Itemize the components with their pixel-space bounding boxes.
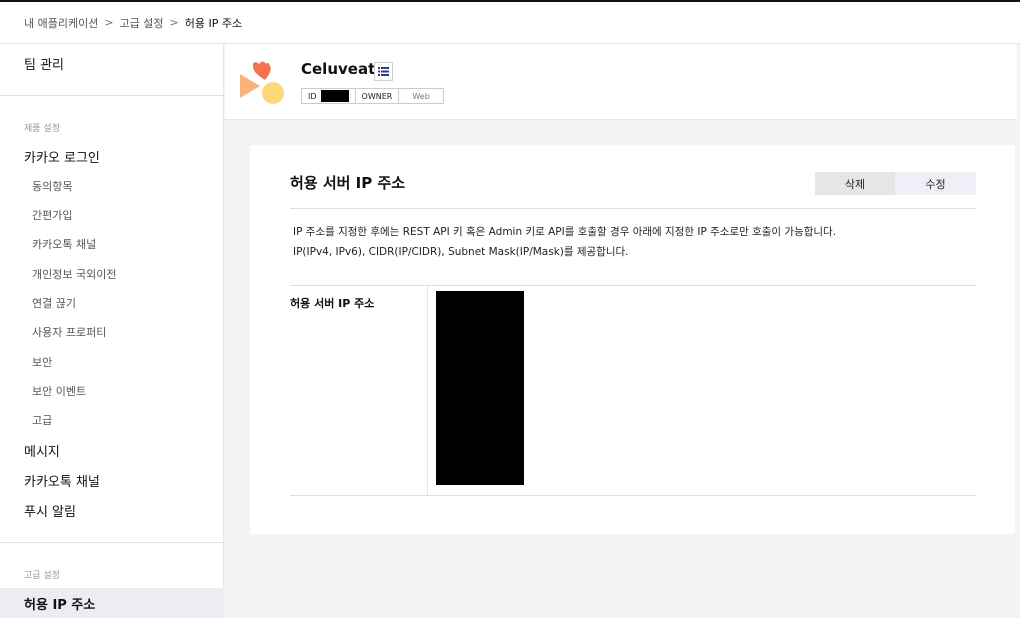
app-tags: ID OWNER Web	[301, 88, 444, 104]
sidebar-item-team[interactable]: 팀 관리	[24, 54, 64, 73]
card-title: 허용 서버 IP 주소	[290, 174, 406, 192]
description-line: IP(IPv4, IPv6), CIDR(IP/CIDR), Subnet Ma…	[293, 246, 629, 258]
sidebar-item-security[interactable]: 보안	[32, 354, 52, 370]
edit-button[interactable]: 수정	[895, 172, 976, 195]
redacted-app-id	[320, 90, 349, 102]
owner-tag: OWNER	[354, 88, 400, 104]
sidebar: 팀 관리 제품 설정 카카오 로그인 동의항목 간편가입 카카오톡 채널 개인정…	[0, 44, 224, 618]
sidebar-item-kakaotalk-channel-sub[interactable]: 카카오톡 채널	[32, 236, 96, 252]
app-logo-icon	[239, 60, 287, 106]
breadcrumb-separator: >	[169, 16, 179, 29]
sidebar-item-message[interactable]: 메시지	[24, 441, 60, 460]
breadcrumb-item-my-apps[interactable]: 내 애플리케이션	[24, 15, 98, 31]
sidebar-item-unlink[interactable]: 연결 끊기	[32, 295, 76, 311]
divider	[290, 495, 976, 496]
sidebar-item-simple-signup[interactable]: 간편가입	[32, 207, 72, 223]
breadcrumb: 내 애플리케이션 > 고급 설정 > 허용 IP 주소	[0, 2, 1020, 44]
app-name: Celuveat	[301, 60, 376, 78]
app-header: Celuveat ID OWNER Web	[225, 44, 1017, 120]
column-divider	[427, 286, 428, 496]
app-id-tag: ID	[301, 88, 356, 104]
breadcrumb-item-advanced[interactable]: 고급 설정	[120, 15, 164, 31]
sidebar-item-security-events[interactable]: 보안 이벤트	[32, 383, 86, 399]
breadcrumb-item-current: 허용 IP 주소	[184, 16, 243, 30]
sidebar-divider	[0, 542, 224, 543]
sidebar-item-advanced-sub[interactable]: 고급	[32, 412, 52, 428]
divider	[290, 285, 976, 286]
list-icon	[378, 67, 389, 76]
description: IP 주소를 지정한 후에는 REST API 키 혹은 Admin 키로 AP…	[293, 222, 836, 262]
sidebar-item-kakao-login[interactable]: 카카오 로그인	[24, 147, 100, 166]
sidebar-divider	[0, 95, 224, 96]
divider	[290, 208, 976, 209]
app-id-label: ID	[308, 91, 317, 101]
delete-button[interactable]: 삭제	[815, 172, 895, 195]
sidebar-section-product: 제품 설정	[24, 124, 60, 134]
sidebar-item-allowed-ip[interactable]: 허용 IP 주소	[0, 588, 224, 618]
sidebar-item-consent[interactable]: 동의항목	[32, 178, 72, 194]
breadcrumb-separator: >	[104, 16, 114, 29]
redacted-ip-list	[436, 291, 524, 485]
field-label: 허용 서버 IP 주소	[290, 297, 375, 310]
sidebar-item-kakaotalk-channel[interactable]: 카카오톡 채널	[24, 471, 100, 490]
sidebar-item-user-properties[interactable]: 사용자 프로퍼티	[32, 324, 106, 340]
sidebar-item-label: 허용 IP 주소	[24, 598, 96, 613]
platform-tag: Web	[398, 88, 444, 104]
sidebar-item-push[interactable]: 푸시 알림	[24, 501, 76, 520]
description-line: IP 주소를 지정한 후에는 REST API 키 혹은 Admin 키로 AP…	[293, 226, 837, 238]
sidebar-section-advanced: 고급 설정	[24, 571, 60, 581]
sidebar-item-overseas-transfer[interactable]: 개인정보 국외이전	[32, 266, 116, 282]
app-list-button[interactable]	[374, 62, 393, 81]
allowed-ip-card: 허용 서버 IP 주소 삭제 수정 IP 주소를 지정한 후에는 REST AP…	[250, 145, 1015, 534]
